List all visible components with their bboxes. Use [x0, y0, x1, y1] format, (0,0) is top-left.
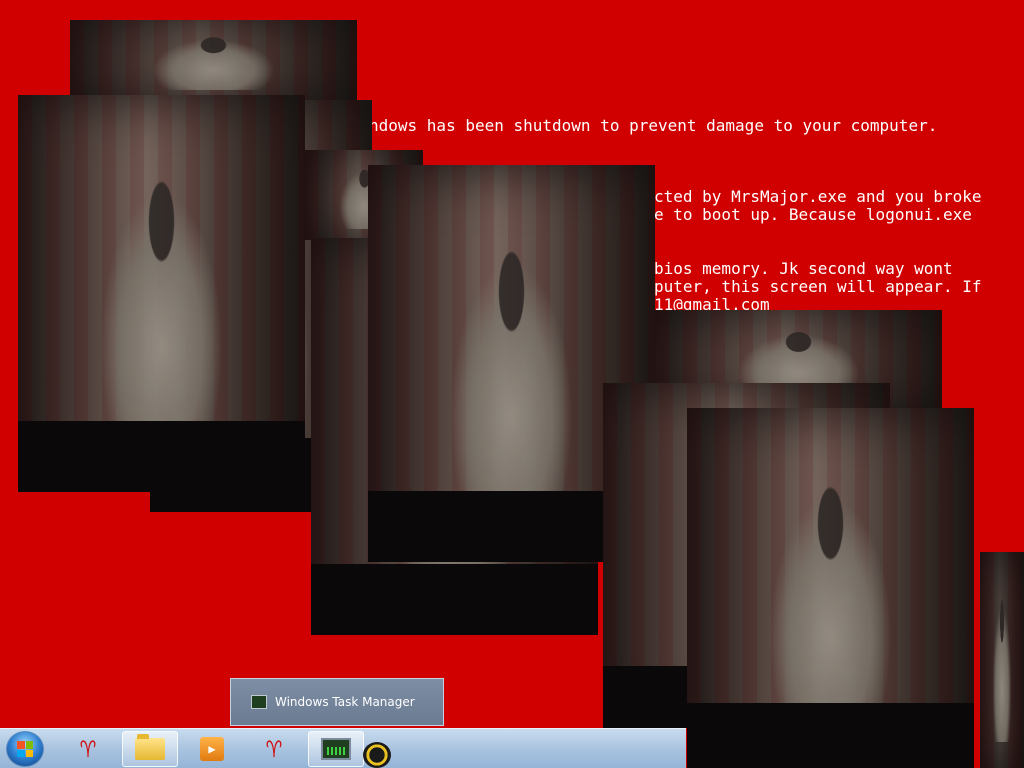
taskbar-item-explorer[interactable]: [122, 731, 178, 767]
message-line-6: puter, this screen will appear. If: [654, 277, 982, 296]
ram-skull-icon: ♈: [266, 734, 282, 764]
ram-skull-icon: ♈: [80, 734, 96, 764]
desktop: ndows has been shutdown to prevent damag…: [0, 0, 1024, 768]
taskbar-item-media-player[interactable]: ▶: [184, 731, 240, 767]
popup-image-window[interactable]: [70, 20, 357, 100]
hazard-badge-icon: [363, 742, 391, 768]
taskbar-thumbnail-popup[interactable]: Windows Task Manager: [230, 678, 444, 726]
windows-start-orb-icon: [17, 741, 33, 757]
popup-image-window[interactable]: [18, 95, 305, 492]
start-button[interactable]: [6, 731, 44, 767]
taskbar-item-ram-skull-2[interactable]: ♈: [246, 731, 302, 767]
task-manager-icon: [251, 695, 267, 709]
thumbnail-popup-label: Windows Task Manager: [275, 695, 415, 709]
popup-image-window[interactable]: [980, 552, 1024, 768]
task-manager-icon: [321, 738, 351, 760]
message-line-4: e to boot up. Because logonui.exe: [654, 205, 972, 224]
taskbar-item-task-manager[interactable]: [308, 731, 364, 767]
message-line-3: cted by MrsMajor.exe and you broke: [654, 187, 982, 206]
message-line-5: bios memory. Jk second way wont: [654, 259, 953, 278]
taskbar-item-ram-skull[interactable]: ♈: [60, 731, 116, 767]
media-player-icon: ▶: [200, 737, 224, 761]
message-line-1: ndows has been shutdown to prevent damag…: [369, 116, 938, 135]
taskbar: ♈ ▶ ♈: [0, 728, 686, 768]
folder-icon: [135, 734, 165, 760]
popup-image-window[interactable]: [687, 408, 974, 768]
